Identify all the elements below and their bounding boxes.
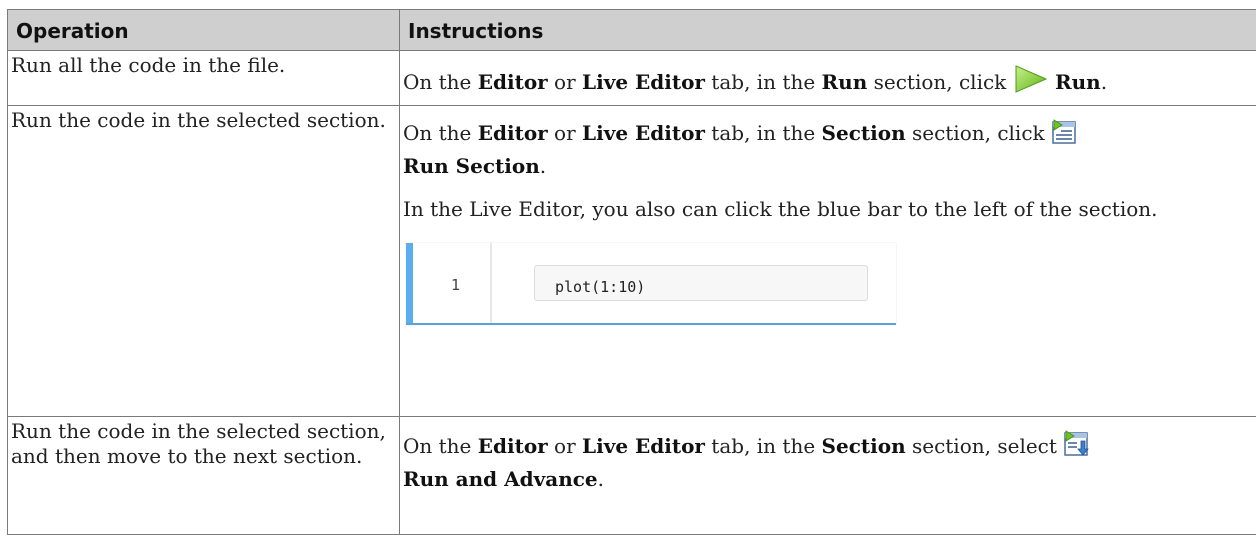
operation-text: Run the code in the selected section.	[11, 108, 386, 132]
header-operation: Operation	[7, 9, 400, 51]
header-instructions: Instructions	[399, 9, 1256, 51]
section-blue-bar[interactable]	[406, 243, 413, 323]
instruction-paragraph: In the Live Editor, you also can click t…	[403, 197, 1158, 221]
run-icon	[1013, 64, 1049, 101]
line-number-gutter: 1	[413, 243, 492, 323]
instructions-cell: On the Editor or Live Editor tab, in the…	[399, 416, 1256, 535]
editor-label: Editor	[477, 70, 548, 94]
run-and-advance-button-label: Run and Advance	[403, 467, 598, 491]
operation-text: Run all the code in the file.	[11, 53, 286, 77]
code-line: plot(1:10)	[534, 265, 868, 301]
operation-text: Run the code in the selected section, an…	[11, 419, 386, 468]
table-header-row: Operation Instructions	[7, 9, 1256, 51]
instructions-cell: On the Editor or Live Editor tab, in the…	[399, 50, 1256, 106]
instructions-cell: On the Editor or Live Editor tab, in the…	[399, 105, 1256, 417]
live-editor-label: Live Editor	[582, 70, 705, 94]
run-and-advance-icon	[1063, 430, 1091, 465]
run-section-icon	[1051, 119, 1077, 152]
operation-cell: Run the code in the selected section.	[7, 105, 400, 417]
live-editor-section-screenshot: 1 plot(1:10)	[406, 243, 896, 325]
run-section-label: Run	[821, 70, 868, 94]
instruction-paragraph: On the Editor or Live Editor tab, in the…	[403, 430, 1242, 493]
instruction-paragraph: On the Editor or Live Editor tab, in the…	[403, 64, 1242, 101]
operation-cell: Run the code in the selected section, an…	[7, 416, 400, 535]
operations-table: Operation Instructions Run all the code …	[7, 9, 1256, 535]
operation-cell: Run all the code in the file.	[7, 50, 400, 106]
table-row: Run the code in the selected section, an…	[7, 416, 1256, 535]
code-text: plot(1:10)	[555, 278, 646, 296]
line-number: 1	[451, 276, 461, 294]
instruction-paragraph: On the Editor or Live Editor tab, in the…	[403, 119, 1242, 180]
run-button-label: Run	[1055, 70, 1101, 94]
run-section-button-label: Run Section	[403, 154, 540, 178]
table-row: Run all the code in the file. On the Edi…	[7, 50, 1256, 106]
table-row: Run the code in the selected section. On…	[7, 105, 1256, 417]
